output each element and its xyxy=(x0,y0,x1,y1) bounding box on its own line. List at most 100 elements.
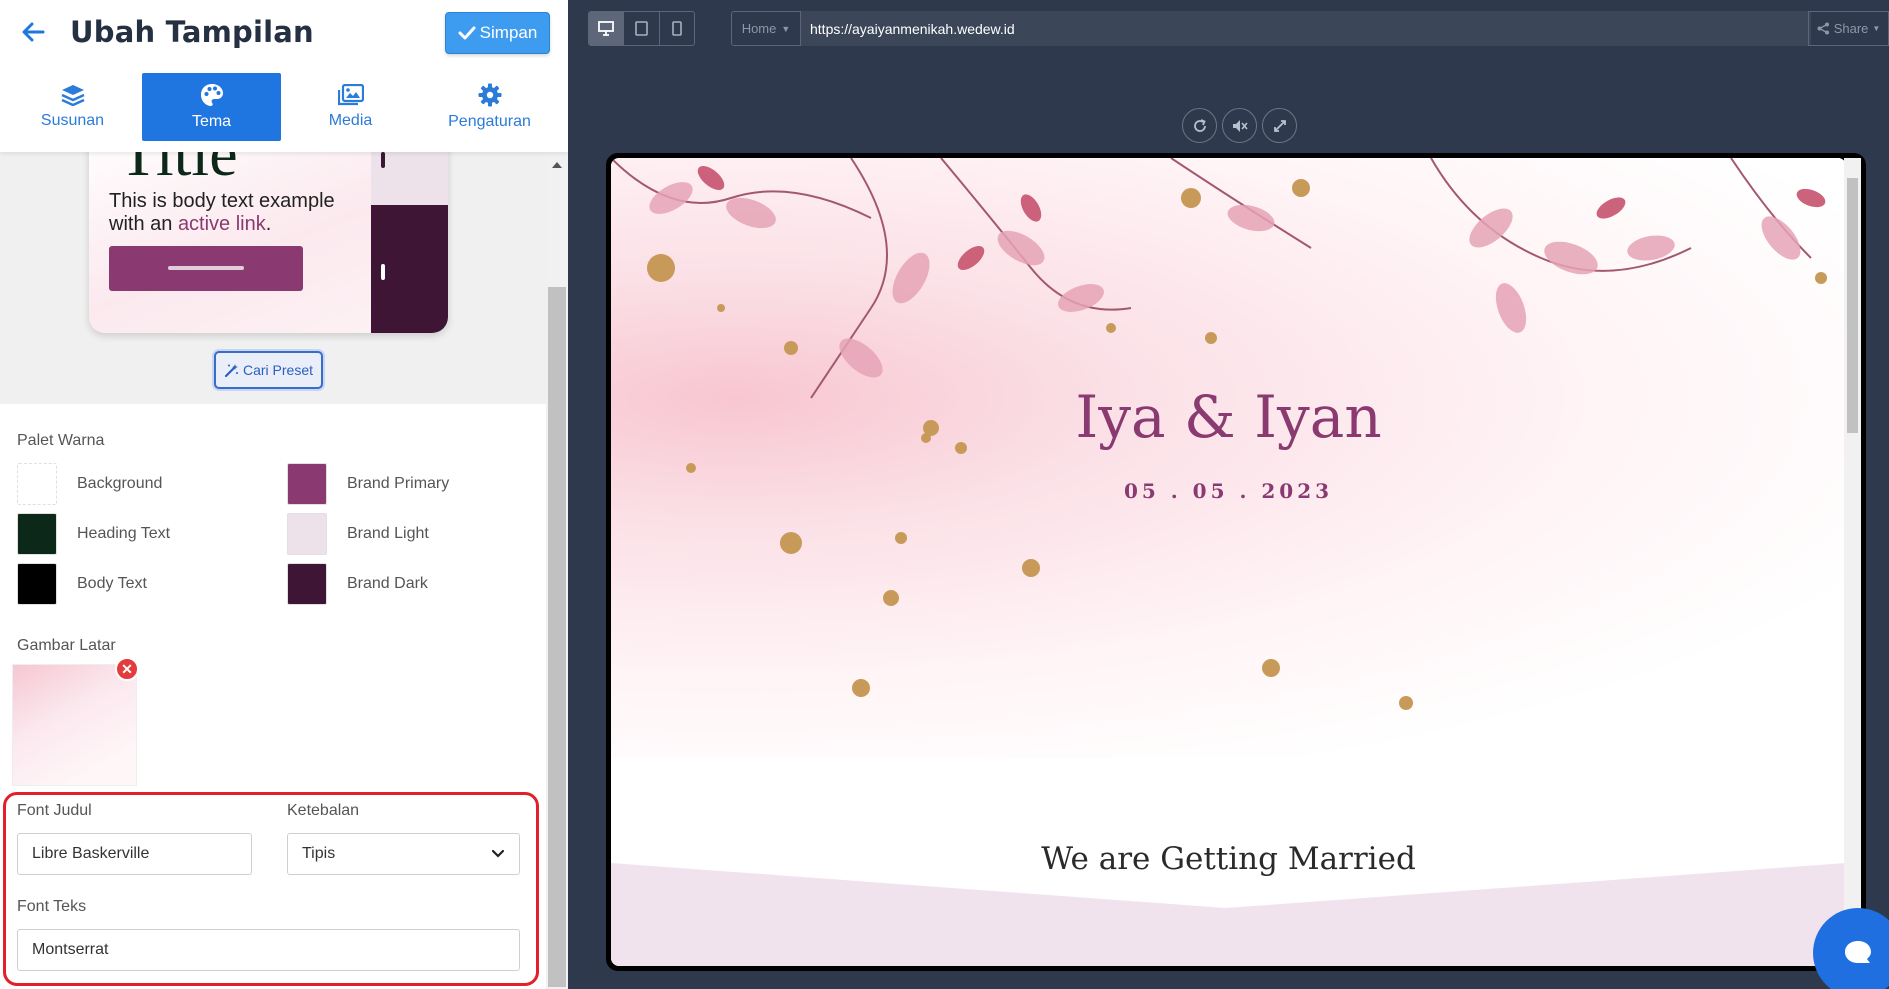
images-icon xyxy=(337,84,364,106)
share-button[interactable]: Share ▼ xyxy=(1808,11,1889,46)
preview-scrollbar[interactable] xyxy=(1844,158,1861,966)
caret-down-icon: ▼ xyxy=(781,23,791,34)
swatch-label: Background xyxy=(77,475,163,492)
color-swatch[interactable] xyxy=(287,513,327,555)
share-icon xyxy=(1817,22,1829,35)
color-swatch[interactable] xyxy=(287,463,327,505)
find-preset-button[interactable]: Cari Preset xyxy=(214,351,323,389)
section-divider xyxy=(611,863,1846,966)
reload-icon xyxy=(1193,118,1206,132)
section-tagline: We are Getting Married xyxy=(1041,841,1416,877)
heading-font-label: Font Judul xyxy=(17,802,92,819)
check-icon xyxy=(458,26,476,40)
color-swatch[interactable] xyxy=(17,563,57,605)
palette-item-brand-primary[interactable]: Brand Primary xyxy=(287,463,449,505)
gold-splatter-icon xyxy=(686,420,939,697)
palette-heading: Palet Warna xyxy=(17,432,105,449)
swatch-label: Brand Light xyxy=(347,525,429,542)
tab-label: Media xyxy=(328,112,373,129)
background-image-heading: Gambar Latar xyxy=(17,637,116,654)
scrollbar-thumb[interactable] xyxy=(1847,178,1858,433)
chat-bubble-icon xyxy=(1845,941,1871,963)
back-button[interactable] xyxy=(18,14,48,50)
remove-background-button[interactable]: ✕ xyxy=(115,657,139,681)
magic-wand-icon xyxy=(224,363,238,377)
body-font-label: Font Teks xyxy=(17,898,87,915)
swatch-label: Brand Dark xyxy=(347,575,428,592)
url-bar[interactable]: https://ayaiyanmenikah.wedew.id xyxy=(801,11,1811,46)
wedding-date: 05 . 05 . 2023 xyxy=(1123,479,1334,503)
save-button[interactable]: Simpan xyxy=(445,12,550,54)
preview-marker xyxy=(381,152,385,168)
scrollbar-thumb[interactable] xyxy=(548,287,566,987)
invitation-preview[interactable]: Iya & Iyan 05 . 05 . 2023 We are Getting… xyxy=(611,158,1846,966)
tab-susunan[interactable]: Susunan xyxy=(3,73,142,141)
arrow-left-icon xyxy=(22,22,45,42)
font-weight-label: Ketebalan xyxy=(287,802,360,819)
swatch-label: Heading Text xyxy=(77,525,171,542)
layers-icon xyxy=(60,85,85,106)
url-text: https://ayaiyanmenikah.wedew.id xyxy=(810,20,1015,37)
couple-names: Iya & Iyan xyxy=(1075,383,1382,451)
mobile-view-button[interactable] xyxy=(660,12,694,45)
body-font-input[interactable]: Montserrat xyxy=(17,929,520,971)
share-label: Share xyxy=(1833,21,1869,36)
heading-font-input[interactable]: Libre Baskerville xyxy=(17,833,252,875)
expand-icon xyxy=(1273,119,1286,132)
tab-media[interactable]: Media xyxy=(281,73,420,141)
palette-item-brand-light[interactable]: Brand Light xyxy=(287,513,429,555)
palette-icon xyxy=(200,84,223,106)
hero-section xyxy=(611,158,1846,758)
desktop-icon xyxy=(598,21,615,36)
tablet-view-button[interactable] xyxy=(624,12,660,45)
panel-scrollbar[interactable] xyxy=(546,152,568,989)
save-button-label: Simpan xyxy=(479,23,538,42)
mute-icon xyxy=(1232,119,1248,132)
color-swatch[interactable] xyxy=(17,513,57,555)
palette-item-heading-text[interactable]: Heading Text xyxy=(17,513,170,555)
palette-item-brand-dark[interactable]: Brand Dark xyxy=(287,563,428,605)
heading-font-value: Libre Baskerville xyxy=(32,845,150,862)
desktop-view-button[interactable] xyxy=(589,12,625,45)
palette-item-background[interactable]: Background xyxy=(17,463,162,505)
page-title: Ubah Tampilan xyxy=(70,15,314,49)
preview-body-text: This is body text example with an active… xyxy=(109,190,369,236)
theme-preview-area: Title This is body text example with an … xyxy=(0,152,546,404)
font-weight-select[interactable]: Tipis xyxy=(287,833,520,875)
mobile-icon xyxy=(672,21,682,36)
theme-preview-card: Title This is body text example with an … xyxy=(89,152,448,333)
color-swatch[interactable] xyxy=(287,563,327,605)
tab-label: Tema xyxy=(191,113,232,130)
page-dropdown[interactable]: Home ▼ xyxy=(731,11,801,46)
close-icon: ✕ xyxy=(121,660,133,677)
tab-label: Susunan xyxy=(40,112,105,129)
live-preview-pane: Home ▼ https://ayaiyanmenikah.wedew.id S… xyxy=(568,0,1889,989)
background-image-thumbnail[interactable] xyxy=(12,664,137,786)
scroll-up-arrow-icon[interactable] xyxy=(552,162,562,168)
chevron-down-icon xyxy=(491,849,505,858)
preview-active-link: active link xyxy=(177,213,266,235)
caret-down-icon: ▼ xyxy=(1872,24,1881,33)
fullscreen-button[interactable] xyxy=(1262,108,1297,143)
tablet-icon xyxy=(635,21,648,36)
tab-label: Pengaturan xyxy=(448,113,531,130)
preview-button xyxy=(109,246,303,291)
gear-icon xyxy=(478,83,501,107)
device-switcher xyxy=(588,11,695,46)
editor-header: Ubah Tampilan Simpan Susunan Tema Media … xyxy=(0,0,568,152)
find-preset-label: Cari Preset xyxy=(242,362,314,378)
editor-panel: Ubah Tampilan Simpan Susunan Tema Media … xyxy=(0,0,568,989)
swatch-label: Brand Primary xyxy=(347,475,450,492)
palette-item-body-text[interactable]: Body Text xyxy=(17,563,147,605)
tab-pengaturan[interactable]: Pengaturan xyxy=(420,73,559,141)
body-font-value: Montserrat xyxy=(32,941,109,958)
mute-button[interactable] xyxy=(1222,108,1257,143)
swatch-label: Body Text xyxy=(77,575,147,592)
color-swatch[interactable] xyxy=(17,463,57,505)
tab-tema[interactable]: Tema xyxy=(142,73,281,141)
reload-button[interactable] xyxy=(1182,108,1217,143)
preview-marker xyxy=(381,264,385,280)
device-frame: Iya & Iyan 05 . 05 . 2023 We are Getting… xyxy=(606,153,1866,971)
theme-settings: Title This is body text example with an … xyxy=(0,152,546,989)
preview-title: Title xyxy=(119,152,238,189)
